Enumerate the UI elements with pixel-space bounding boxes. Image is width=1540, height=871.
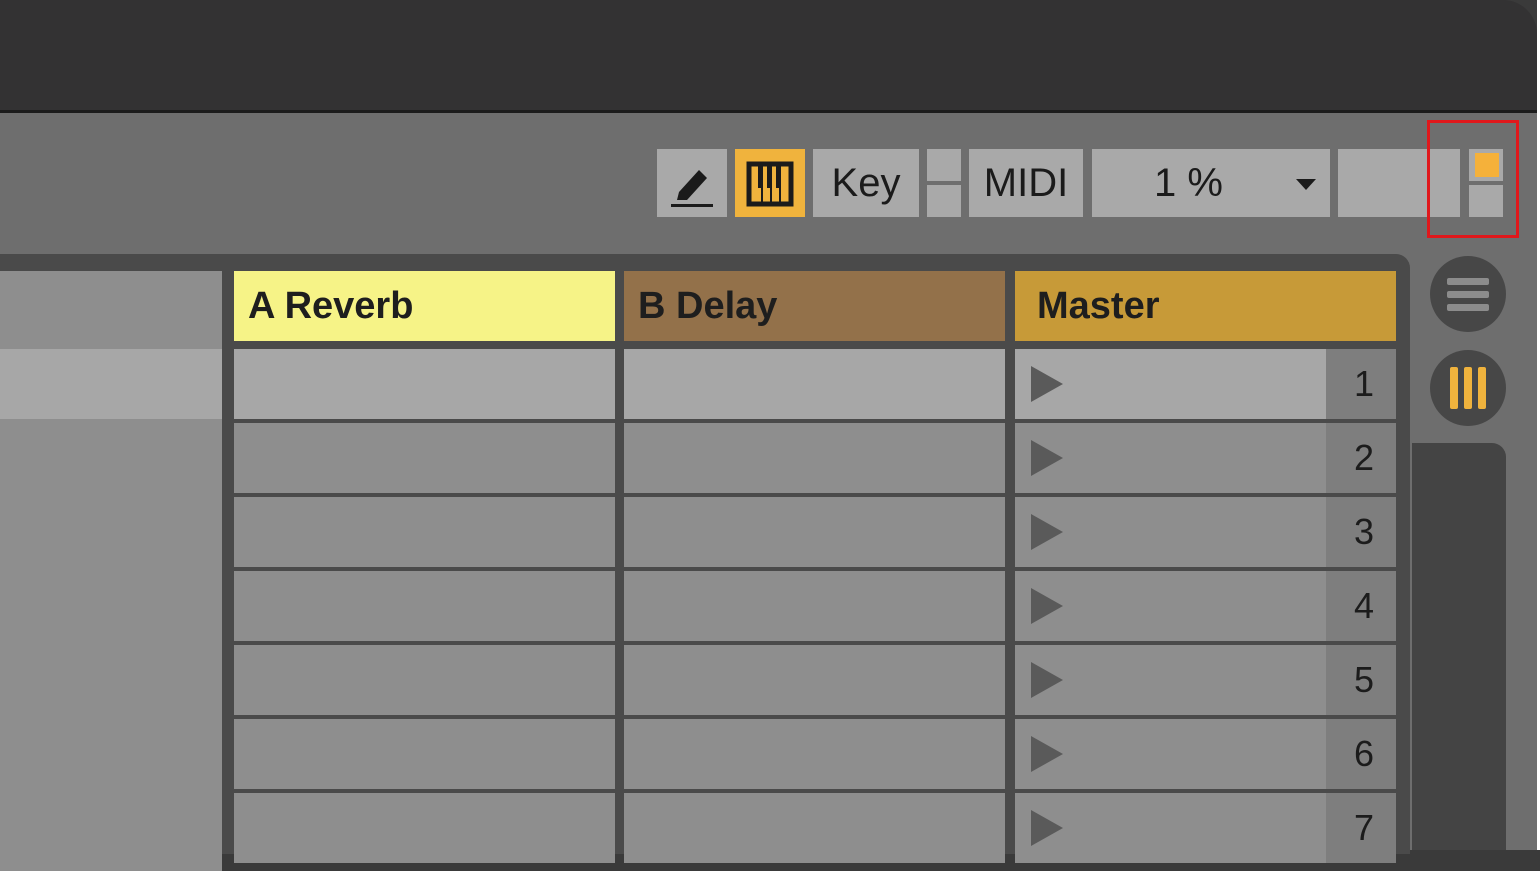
pencil-icon	[671, 170, 713, 207]
scene-launch-slot[interactable]: 5	[1015, 645, 1396, 715]
list-line-icon	[1447, 278, 1489, 285]
clip-slot[interactable]	[234, 719, 615, 789]
scene-number: 5	[1326, 645, 1396, 715]
highlight-box	[1427, 120, 1519, 238]
piano-keys-icon	[746, 161, 794, 207]
track-name: Master	[1037, 284, 1160, 327]
midi-map-label: MIDI	[983, 160, 1069, 205]
app-area: Key MIDI 1 % A Reverb B Delay Master 1 2…	[0, 113, 1537, 871]
scene-launch-slot[interactable]: 2	[1015, 423, 1396, 493]
clip-slot[interactable]	[624, 423, 1005, 493]
scene-launch-slot[interactable]: 3	[1015, 497, 1396, 567]
track-header-a-reverb[interactable]: A Reverb	[234, 271, 615, 341]
play-icon[interactable]	[1031, 662, 1063, 698]
scene-launch-slot[interactable]: 6	[1015, 719, 1396, 789]
key-indicator-bottom	[927, 185, 961, 217]
play-icon[interactable]	[1031, 588, 1063, 624]
clip-slot[interactable]	[234, 793, 615, 863]
key-map-button[interactable]: Key	[813, 149, 919, 217]
scene-launch-slot[interactable]: 7	[1015, 793, 1396, 863]
clip-slot[interactable]	[234, 645, 615, 715]
scene-number: 2	[1326, 423, 1396, 493]
selected-scene-row	[0, 349, 222, 419]
chevron-down-icon	[1296, 179, 1316, 190]
scene-launch-slot[interactable]: 1	[1015, 349, 1396, 419]
column-line-icon	[1464, 367, 1472, 409]
clip-slot[interactable]	[234, 571, 615, 641]
title-bar	[0, 0, 1537, 112]
cpu-load-value: 1 %	[1154, 160, 1223, 205]
clip-slot[interactable]	[624, 571, 1005, 641]
column-line-icon	[1450, 367, 1458, 409]
key-map-label: Key	[831, 160, 901, 205]
arrangement-view-button[interactable]	[1430, 256, 1506, 332]
play-icon[interactable]	[1031, 810, 1063, 846]
clip-slot[interactable]	[234, 497, 615, 567]
list-line-icon	[1447, 291, 1489, 298]
computer-midi-keyboard-button[interactable]	[735, 149, 805, 217]
session-view-button[interactable]	[1430, 350, 1506, 426]
clip-slot[interactable]	[624, 497, 1005, 567]
clip-slot[interactable]	[234, 349, 615, 419]
scene-number: 6	[1326, 719, 1396, 789]
clip-slot[interactable]	[624, 645, 1005, 715]
midi-map-button[interactable]: MIDI	[969, 149, 1083, 217]
scene-number: 7	[1326, 793, 1396, 863]
clip-slot[interactable]	[624, 349, 1005, 419]
cpu-load-meter[interactable]: 1 %	[1092, 149, 1330, 217]
play-icon[interactable]	[1031, 514, 1063, 550]
scene-launch-slot[interactable]: 4	[1015, 571, 1396, 641]
column-line-icon	[1478, 367, 1486, 409]
clip-slot[interactable]	[624, 719, 1005, 789]
play-icon[interactable]	[1031, 736, 1063, 772]
key-indicator-top	[927, 149, 961, 181]
track-header-b-delay[interactable]: B Delay	[624, 271, 1005, 341]
play-icon[interactable]	[1031, 366, 1063, 402]
track-name: A Reverb	[248, 284, 414, 327]
list-line-icon	[1447, 304, 1489, 311]
scene-number: 4	[1326, 571, 1396, 641]
key-midi-indicator	[927, 149, 961, 217]
clip-slot[interactable]	[624, 793, 1005, 863]
draw-mode-button[interactable]	[657, 149, 727, 217]
scene-number: 1	[1326, 349, 1396, 419]
side-panel	[1412, 443, 1506, 850]
play-icon[interactable]	[1031, 440, 1063, 476]
scene-number: 3	[1326, 497, 1396, 567]
track-header-master[interactable]: Master	[1015, 271, 1396, 341]
track-name: B Delay	[638, 284, 778, 327]
clip-slot[interactable]	[234, 423, 615, 493]
